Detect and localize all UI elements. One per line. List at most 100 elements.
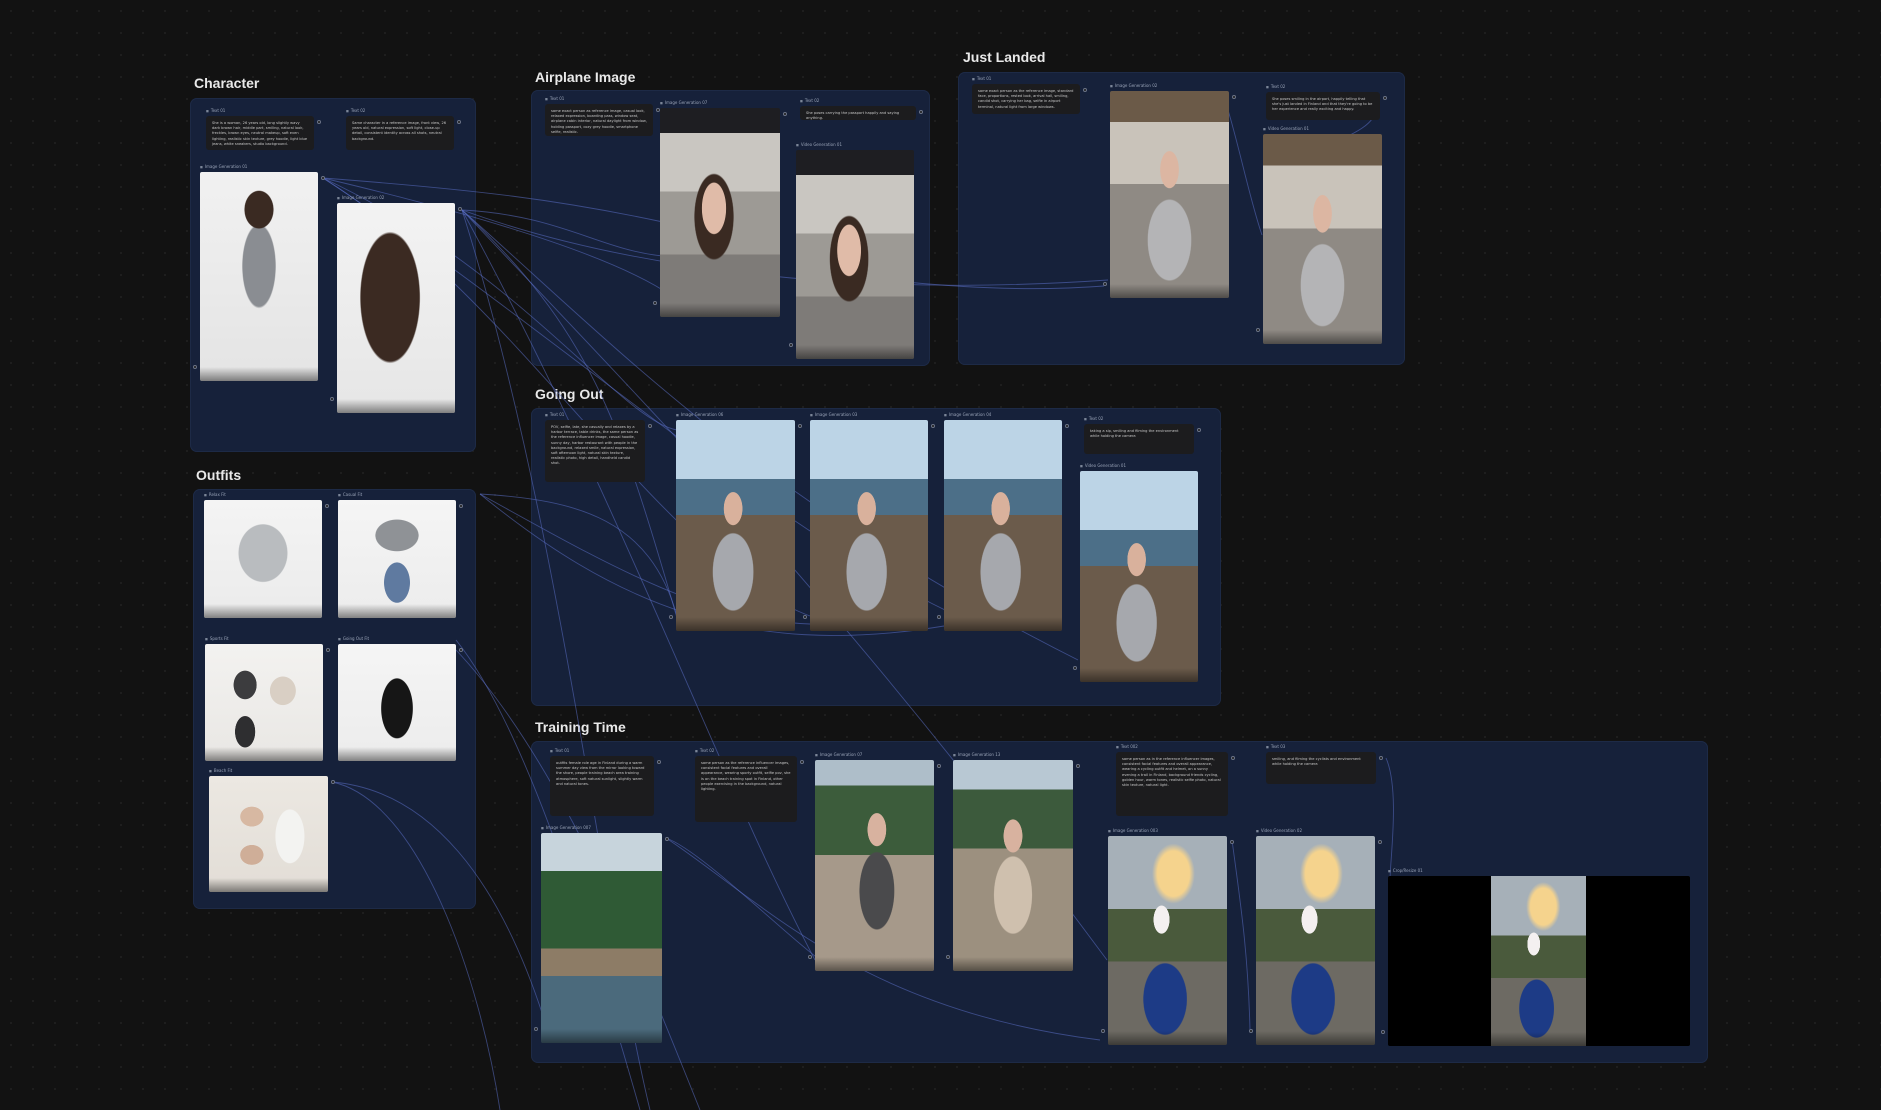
prompt-text[interactable]: Same character in a reference image, fro… <box>346 116 454 150</box>
crop-resize-node[interactable]: Crop/Resize 01 <box>1381 866 1690 1046</box>
video-generation-node[interactable]: Video Generation 01 <box>1073 461 1198 682</box>
text-node[interactable]: Text 01 She is a woman, 26 years old, lo… <box>206 106 321 150</box>
image-generation-node[interactable]: Image Generation 003 <box>1101 826 1234 1045</box>
output-port[interactable] <box>1231 756 1235 760</box>
output-port[interactable] <box>1197 428 1201 432</box>
outfit-image[interactable] <box>338 644 456 761</box>
output-port[interactable] <box>458 207 462 211</box>
text-node[interactable]: Text 01 POV, selfie, late, she casually … <box>545 410 652 482</box>
text-node[interactable]: Text 02 same person as the reference inf… <box>695 746 804 822</box>
image-generation-node[interactable]: Image Generation 007 <box>534 823 669 1043</box>
output-port[interactable] <box>1065 424 1069 428</box>
input-port[interactable] <box>669 615 673 619</box>
prompt-text[interactable]: same person as in the reference influenc… <box>1116 752 1228 816</box>
image-generation-node[interactable]: Image Generation 01 <box>193 162 325 381</box>
generated-image[interactable] <box>676 420 795 631</box>
input-port[interactable] <box>1103 282 1107 286</box>
output-port[interactable] <box>665 837 669 841</box>
outfit-node[interactable]: Relax Fit <box>204 490 329 618</box>
input-port[interactable] <box>534 1027 538 1031</box>
generated-image[interactable] <box>810 420 928 631</box>
input-port[interactable] <box>1073 666 1077 670</box>
outfit-node[interactable]: Sports Fit <box>205 634 330 761</box>
outfit-image[interactable] <box>209 776 328 892</box>
output-port[interactable] <box>937 764 941 768</box>
generated-video[interactable] <box>1263 134 1382 344</box>
prompt-text[interactable]: outfits female role age in Finland durin… <box>550 756 654 816</box>
text-node[interactable]: Text 01 same exact person as the referen… <box>972 74 1087 114</box>
output-port[interactable] <box>317 120 321 124</box>
output-port[interactable] <box>1083 88 1087 92</box>
output-port[interactable] <box>798 424 802 428</box>
input-port[interactable] <box>937 615 941 619</box>
video-generation-node[interactable]: Video Generation 01 <box>1256 124 1382 344</box>
image-generation-node[interactable]: Image Generation 13 <box>946 750 1080 971</box>
image-generation-node[interactable]: Image Generation 06 <box>669 410 802 631</box>
output-port[interactable] <box>931 424 935 428</box>
output-port[interactable] <box>457 120 461 124</box>
output-port[interactable] <box>783 112 787 116</box>
outfit-node[interactable]: Casual Fit <box>338 490 463 618</box>
output-port[interactable] <box>459 648 463 652</box>
generated-video[interactable] <box>796 150 914 359</box>
outfit-node[interactable]: Beach Fit <box>209 766 335 892</box>
text-node[interactable]: Text 02 She poses carrying the passport … <box>800 96 923 120</box>
output-port[interactable] <box>1076 764 1080 768</box>
prompt-text[interactable]: POV, selfie, late, she casually and rela… <box>545 420 645 482</box>
input-port[interactable] <box>330 397 334 401</box>
generated-image[interactable] <box>200 172 318 381</box>
prompt-text[interactable]: same exact person as the reference image… <box>972 84 1080 114</box>
text-node[interactable]: Text 01 same exact person as reference i… <box>545 94 660 136</box>
input-port[interactable] <box>946 955 950 959</box>
text-node[interactable]: Text 002 same person as in the reference… <box>1116 742 1235 816</box>
input-port[interactable] <box>1256 328 1260 332</box>
prompt-text[interactable]: same person as the reference influencer … <box>695 756 797 822</box>
image-generation-node[interactable]: Image Generation 02 <box>1103 81 1236 298</box>
text-node[interactable]: Text 01 outfits female role age in Finla… <box>550 746 661 816</box>
image-generation-node[interactable]: Image Generation 03 <box>803 410 935 631</box>
prompt-text[interactable]: She poses smiling in the airport, happil… <box>1266 92 1380 120</box>
output-port[interactable] <box>657 760 661 764</box>
input-port[interactable] <box>803 615 807 619</box>
generated-image[interactable] <box>944 420 1062 631</box>
output-port[interactable] <box>1379 756 1383 760</box>
input-port[interactable] <box>808 955 812 959</box>
input-port[interactable] <box>653 301 657 305</box>
image-generation-node[interactable]: Image Generation 02 <box>330 193 462 413</box>
output-port[interactable] <box>1230 840 1234 844</box>
image-generation-node[interactable]: Image Generation 07 <box>808 750 941 971</box>
text-node[interactable]: Text 02 taking a sip, smiling and filmin… <box>1084 414 1201 454</box>
video-generation-node[interactable]: Video Generation 01 <box>789 140 914 359</box>
output-port[interactable] <box>1383 96 1387 100</box>
output-port[interactable] <box>459 504 463 508</box>
image-generation-node[interactable]: Image Generation 07 <box>653 98 787 317</box>
crop-preview[interactable] <box>1388 876 1690 1046</box>
generated-image[interactable] <box>953 760 1073 971</box>
output-port[interactable] <box>800 760 804 764</box>
output-port[interactable] <box>1378 840 1382 844</box>
image-generation-node[interactable]: Image Generation 04 <box>937 410 1069 631</box>
outfit-image[interactable] <box>338 500 456 618</box>
outfit-image[interactable] <box>204 500 322 618</box>
generated-video[interactable] <box>1080 471 1198 682</box>
outfit-image[interactable] <box>205 644 323 761</box>
generated-video[interactable] <box>1256 836 1375 1045</box>
text-node[interactable]: Text 02 Same character in a reference im… <box>346 106 461 150</box>
text-node[interactable]: Text 02 She poses smiling in the airport… <box>1266 82 1387 120</box>
output-port[interactable] <box>919 110 923 114</box>
input-port[interactable] <box>1381 1030 1385 1034</box>
output-port[interactable] <box>648 424 652 428</box>
input-port[interactable] <box>1101 1029 1105 1033</box>
output-port[interactable] <box>326 648 330 652</box>
generated-image[interactable] <box>1108 836 1227 1045</box>
video-generation-node[interactable]: Video Generation 02 <box>1249 826 1382 1045</box>
input-port[interactable] <box>1249 1029 1253 1033</box>
prompt-text[interactable]: She poses carrying the passport happily … <box>800 106 916 120</box>
generated-image[interactable] <box>541 833 662 1043</box>
generated-image[interactable] <box>815 760 934 971</box>
prompt-text[interactable]: same exact person as reference image, ca… <box>545 104 653 136</box>
text-node[interactable]: Text 03 smiling, and filming the cyclist… <box>1266 742 1383 784</box>
output-port[interactable] <box>1232 95 1236 99</box>
generated-image[interactable] <box>1110 91 1229 298</box>
output-port[interactable] <box>321 176 325 180</box>
